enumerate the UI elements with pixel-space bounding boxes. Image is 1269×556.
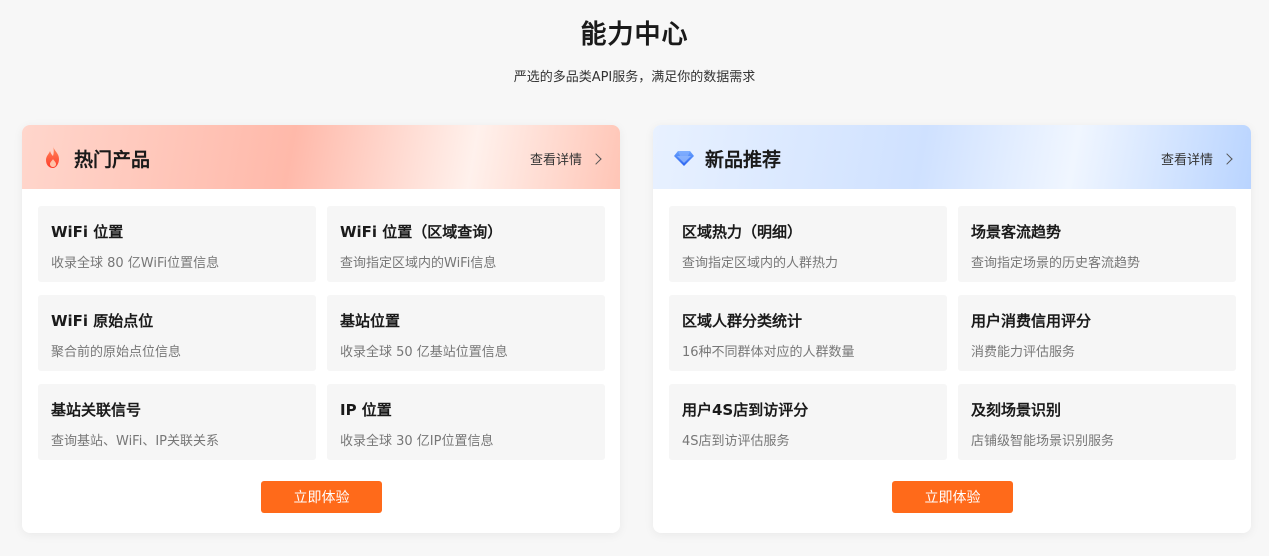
product-desc: 查询指定区域内的人群热力 bbox=[682, 256, 839, 271]
chevron-right-icon bbox=[1221, 152, 1233, 165]
hot-products-grid: WiFi 位置收录全球 80 亿WiFi位置信息 WiFi 位置（区域查询） 查询… bbox=[38, 206, 605, 460]
hot-products-card: 热门产品 查看详情 WiFi 位置收录全球 80 亿WiFi位置信息 WiFi … bbox=[22, 125, 620, 533]
flame-icon bbox=[42, 145, 64, 169]
product-name: IP 位置 bbox=[340, 401, 392, 419]
new-products-header: 新品推荐 查看详情 bbox=[653, 125, 1251, 189]
hot-products-header: 热门产品 查看详情 bbox=[22, 125, 620, 189]
hot-products-detail-link[interactable]: 查看详情 bbox=[529, 149, 602, 168]
product-desc: 聚合前的原始点位信息 bbox=[51, 345, 182, 360]
product-tile[interactable]: IP 位置收录全球 30 亿IP位置信息 bbox=[327, 384, 605, 460]
product-name: WiFi 位置 bbox=[51, 223, 124, 241]
try-now-button[interactable]: 立即体验 bbox=[261, 481, 382, 513]
product-tile[interactable]: 基站位置收录全球 50 亿基站位置信息 bbox=[327, 295, 605, 371]
product-tile[interactable]: 区域热力（明细） 查询指定区域内的人群热力 bbox=[669, 206, 947, 282]
product-tile[interactable]: 及刻场景识别店铺级智能场景识别服务 bbox=[958, 384, 1236, 460]
product-desc: 消费能力评估服务 bbox=[971, 345, 1076, 360]
diamond-icon bbox=[673, 145, 695, 169]
product-tile[interactable]: WiFi 原始点位聚合前的原始点位信息 bbox=[38, 295, 316, 371]
product-name: 用户消费信用评分 bbox=[971, 312, 1092, 330]
product-desc: 收录全球 50 亿基站位置信息 bbox=[340, 345, 508, 360]
new-products-grid: 区域热力（明细） 查询指定区域内的人群热力 场景客流趋势查询指定场景的历史客流趋势… bbox=[669, 206, 1236, 460]
product-tile[interactable]: 区域人群分类统计 16种不同群体对应的人群数量 bbox=[669, 295, 947, 371]
product-tile[interactable]: 场景客流趋势查询指定场景的历史客流趋势 bbox=[958, 206, 1236, 282]
page-subtitle: 严选的多品类API服务，满足你的数据需求 bbox=[513, 70, 756, 85]
product-name: 区域人群分类统计 bbox=[682, 312, 803, 330]
product-desc: 查询指定场景的历史客流趋势 bbox=[971, 256, 1141, 271]
product-desc: 查询指定区域内的WiFi信息 bbox=[340, 256, 497, 271]
product-tile[interactable]: WiFi 位置收录全球 80 亿WiFi位置信息 bbox=[38, 206, 316, 282]
product-name: WiFi 位置（区域查询） bbox=[340, 223, 503, 241]
new-products-card: 新品推荐 查看详情 区域热力（明细） 查询指定区域内的人群热力 场景客流趋势查询指… bbox=[653, 125, 1251, 533]
product-tile[interactable]: WiFi 位置（区域查询） 查询指定区域内的WiFi信息 bbox=[327, 206, 605, 282]
product-name: 基站位置 bbox=[340, 312, 401, 330]
product-name: 场景客流趋势 bbox=[971, 223, 1062, 241]
new-products-detail-link[interactable]: 查看详情 bbox=[1160, 149, 1233, 168]
product-desc: 收录全球 80 亿WiFi位置信息 bbox=[51, 256, 220, 271]
product-tile[interactable]: 用户4S店到访评分 4S店到访评估服务 bbox=[669, 384, 947, 460]
product-desc: 查询基站、WiFi、IP关联关系 bbox=[51, 434, 219, 449]
page-title: 能力中心 bbox=[580, 20, 689, 50]
detail-link-label: 查看详情 bbox=[529, 153, 582, 168]
product-name: 区域热力（明细） bbox=[682, 223, 803, 241]
product-name: 用户4S店到访评分 bbox=[682, 401, 809, 419]
product-name: WiFi 原始点位 bbox=[51, 312, 154, 330]
detail-link-label: 查看详情 bbox=[1160, 153, 1213, 168]
product-tile[interactable]: 基站关联信号查询基站、WiFi、IP关联关系 bbox=[38, 384, 316, 460]
try-now-button[interactable]: 立即体验 bbox=[892, 481, 1013, 513]
hot-products-title: 热门产品 bbox=[74, 149, 151, 171]
product-desc: 16种不同群体对应的人群数量 bbox=[682, 345, 855, 360]
chevron-right-icon bbox=[590, 152, 602, 165]
product-desc: 4S店到访评估服务 bbox=[682, 434, 790, 449]
product-tile[interactable]: 用户消费信用评分 消费能力评估服务 bbox=[958, 295, 1236, 371]
new-products-title: 新品推荐 bbox=[705, 149, 782, 171]
product-desc: 收录全球 30 亿IP位置信息 bbox=[340, 434, 494, 449]
product-name: 及刻场景识别 bbox=[971, 401, 1062, 419]
product-name: 基站关联信号 bbox=[51, 401, 142, 419]
product-desc: 店铺级智能场景识别服务 bbox=[971, 434, 1115, 449]
